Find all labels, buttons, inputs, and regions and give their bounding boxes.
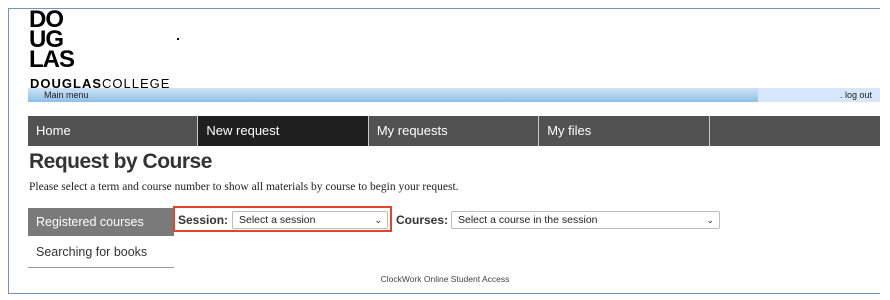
courses-select-value: Select a course in the session <box>458 214 598 226</box>
chevron-down-icon: ⌄ <box>706 215 714 225</box>
logo-line-3: LAS <box>29 46 75 73</box>
side-item-registered-courses[interactable]: Registered courses <box>28 208 174 236</box>
nav-empty <box>710 116 880 146</box>
nav-my-requests[interactable]: My requests <box>369 116 540 146</box>
session-select-value: Select a session <box>239 214 316 226</box>
top-nav: Home New request My requests My files <box>28 116 880 146</box>
courses-label: Courses: <box>396 213 449 227</box>
session-label: Session: <box>178 213 229 227</box>
logo-dot <box>177 38 179 40</box>
courses-select[interactable]: Select a course in the session ⌄ <box>451 211 720 229</box>
main-menu-link[interactable]: Main menu <box>44 88 89 102</box>
session-select[interactable]: Select a session ⌄ <box>232 211 388 229</box>
instructions-text: Please select a term and course number t… <box>29 181 459 193</box>
chevron-down-icon: ⌄ <box>374 215 382 225</box>
side-item-searching-books[interactable]: Searching for books <box>28 238 174 268</box>
footer-text: ClockWork Online Student Access <box>380 274 510 284</box>
logout-link[interactable]: . log out <box>840 88 872 102</box>
page-title: Request by Course <box>29 150 212 173</box>
nav-home[interactable]: Home <box>28 116 199 146</box>
nav-new-request[interactable]: New request <box>198 116 369 146</box>
main-menu-bar: Main menu . log out <box>28 88 880 102</box>
nav-my-files[interactable]: My files <box>539 116 710 146</box>
logo-mark: DO UG LAS <box>29 8 75 73</box>
douglas-college-logo: DO UG LAS <box>29 8 75 73</box>
logout-area: . log out <box>758 88 880 102</box>
